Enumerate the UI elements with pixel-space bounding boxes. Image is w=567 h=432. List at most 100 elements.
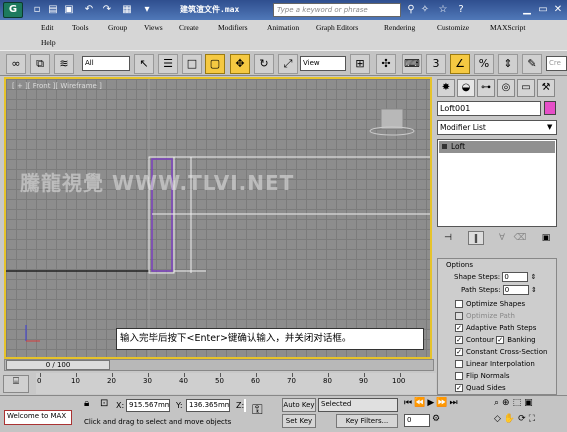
shape-steps-spinner[interactable]: 0 <box>502 272 529 282</box>
spinner-arrows-icon[interactable]: ⇕ <box>531 273 537 281</box>
rollout-title[interactable]: Options <box>438 260 558 271</box>
restore-icon[interactable]: ▭ <box>536 3 550 17</box>
banking-checkbox[interactable]: ✓ <box>496 336 505 344</box>
create-tab-icon[interactable]: ✸ <box>437 79 455 97</box>
reference-coordinate-dropdown[interactable]: View <box>300 56 346 71</box>
pin-stack-icon[interactable]: ⊣ <box>440 231 456 245</box>
lock-selection-icon[interactable]: 🔒︎ <box>84 398 89 409</box>
edit-named-selection-icon[interactable]: ✎ <box>522 54 542 74</box>
manipulate-icon[interactable]: ✣ <box>376 54 396 74</box>
keyboard-shortcut-icon[interactable]: ⌨ <box>402 54 422 74</box>
track-bar[interactable]: 0 10 20 30 40 50 60 70 80 90 100 <box>36 373 436 394</box>
zoom-icon[interactable]: ⌕ <box>494 398 502 408</box>
current-frame-field[interactable]: 0 <box>404 414 430 427</box>
favorites-icon[interactable]: ☆ <box>436 3 450 17</box>
menu-edit[interactable]: Edit <box>41 23 54 32</box>
menu-animation[interactable]: Animation <box>267 23 299 32</box>
selection-filter-dropdown[interactable]: All <box>82 56 130 71</box>
menu-graph-editors[interactable]: Graph Editors <box>316 23 358 32</box>
time-configuration-icon[interactable]: ⚙ <box>432 414 440 424</box>
infocenter-icon[interactable]: ✧ <box>418 3 432 17</box>
zoom-all-icon[interactable]: ⊕ <box>502 398 513 408</box>
menu-group[interactable]: Group <box>108 23 127 32</box>
search-input[interactable]: Type a keyword or phrase <box>273 3 401 17</box>
named-selection-field[interactable]: Cre <box>546 56 567 71</box>
path-steps-spinner[interactable]: 0 <box>502 285 529 295</box>
project-folder-icon[interactable]: ▾ <box>140 3 154 17</box>
minimize-icon[interactable]: ▁ <box>520 3 534 17</box>
object-name-field[interactable]: Loft001 <box>437 101 541 116</box>
help-icon[interactable]: ? <box>454 3 468 17</box>
search-icon[interactable]: ⚲ <box>404 3 418 17</box>
save-file-icon[interactable]: ▣ <box>62 3 76 17</box>
hierarchy-tab-icon[interactable]: ⊶ <box>477 79 495 97</box>
auto-key-button[interactable]: Auto Key <box>282 398 316 412</box>
remove-modifier-icon[interactable]: ⌫ <box>512 231 528 245</box>
percent-snap-icon[interactable]: % <box>474 54 494 74</box>
stack-item-loft[interactable]: Loft <box>439 141 555 153</box>
zoom-extents-all-icon[interactable]: ▣ <box>524 398 536 408</box>
spinner-snap-icon[interactable]: ⇕ <box>498 54 518 74</box>
pivot-center-icon[interactable]: ⊞ <box>350 54 370 74</box>
optimize-path-checkbox[interactable] <box>455 312 463 320</box>
new-file-icon[interactable]: ▫ <box>30 3 44 17</box>
x-coordinate-field[interactable]: 915.567mm <box>126 399 170 412</box>
snaps-toggle-icon[interactable]: 3 <box>426 54 446 74</box>
menu-views[interactable]: Views <box>144 23 163 32</box>
redo-icon[interactable]: ↷ <box>100 3 114 17</box>
maxscript-listener[interactable]: Welcome to MAX <box>4 410 72 425</box>
front-viewport[interactable]: [ + ][ Front ][ Wireframe ] 騰龍視覺 WWW.TLV… <box>4 77 432 359</box>
set-key-button[interactable]: Set Key <box>282 414 316 428</box>
viewcube-icon[interactable] <box>366 103 406 141</box>
key-filters-button[interactable]: Key Filters... <box>336 414 398 428</box>
bind-space-warp-icon[interactable]: ≋ <box>54 54 74 74</box>
select-and-move-icon[interactable]: ✥ <box>230 54 250 74</box>
flip-normals-checkbox[interactable] <box>455 372 463 380</box>
adaptive-path-steps-checkbox[interactable]: ✓ <box>455 324 463 332</box>
field-of-view-icon[interactable]: ◇ <box>494 414 504 424</box>
show-end-result-icon[interactable]: ‖ <box>468 231 484 245</box>
linear-interpolation-checkbox[interactable] <box>455 360 463 368</box>
go-to-end-icon[interactable]: ⏭ <box>449 398 459 408</box>
menu-maxscript[interactable]: MAXScript <box>490 23 525 32</box>
modify-tab-icon[interactable]: ◒ <box>457 79 475 97</box>
app-icon[interactable]: G <box>3 2 23 18</box>
select-and-rotate-icon[interactable]: ↻ <box>254 54 274 74</box>
window-crossing-icon[interactable]: ▢ <box>205 54 225 74</box>
menu-modifiers[interactable]: Modifiers <box>218 23 248 32</box>
go-to-start-icon[interactable]: ⏮ <box>404 398 414 408</box>
angle-snap-icon[interactable]: ∠ <box>450 54 470 74</box>
menu-customize[interactable]: Customize <box>437 23 469 32</box>
orbit-icon[interactable]: ⟳ <box>518 414 529 424</box>
spinner-arrows-icon[interactable]: ⇕ <box>531 286 537 294</box>
optimize-shapes-checkbox[interactable] <box>455 300 463 308</box>
region-select-icon[interactable]: □ <box>182 54 202 74</box>
key-mode-dropdown[interactable]: Selected <box>318 398 398 412</box>
maximize-viewport-icon[interactable]: ⛶ <box>529 414 538 424</box>
unlink-icon[interactable]: ⧉ <box>30 54 50 74</box>
select-object-icon[interactable]: ↖ <box>134 54 154 74</box>
configure-modifier-sets-icon[interactable]: ▣ <box>538 231 554 245</box>
previous-frame-icon[interactable]: ⏪ <box>414 398 427 408</box>
select-and-scale-icon[interactable]: ⤢ <box>278 54 298 74</box>
play-icon[interactable]: ▶ <box>427 398 436 408</box>
close-icon[interactable]: ✕ <box>551 3 565 17</box>
chevron-down-icon[interactable]: ▼ <box>547 123 552 131</box>
absolute-mode-icon[interactable]: ⊡ <box>100 398 108 409</box>
z-coordinate-field[interactable] <box>244 399 246 412</box>
make-unique-icon[interactable]: ∀ <box>494 231 510 245</box>
menu-help[interactable]: Help <box>41 38 56 47</box>
time-slider[interactable]: 0 / 100 <box>6 360 110 370</box>
hold-icon[interactable]: ▦ <box>120 3 134 17</box>
mini-curve-editor-icon[interactable]: ⌸ <box>3 375 29 393</box>
contour-checkbox[interactable]: ✓ <box>455 336 463 344</box>
next-frame-icon[interactable]: ⏩ <box>436 398 449 408</box>
display-tab-icon[interactable]: ▭ <box>517 79 535 97</box>
object-color-swatch[interactable] <box>544 101 556 115</box>
motion-tab-icon[interactable]: ◎ <box>497 79 515 97</box>
set-key-icon[interactable]: ⚿ <box>252 402 263 418</box>
menu-create[interactable]: Create <box>179 23 199 32</box>
utilities-tab-icon[interactable]: ⚒ <box>537 79 555 97</box>
modifier-list-dropdown[interactable]: Modifier List <box>437 120 557 135</box>
open-file-icon[interactable]: ▤ <box>46 3 60 17</box>
